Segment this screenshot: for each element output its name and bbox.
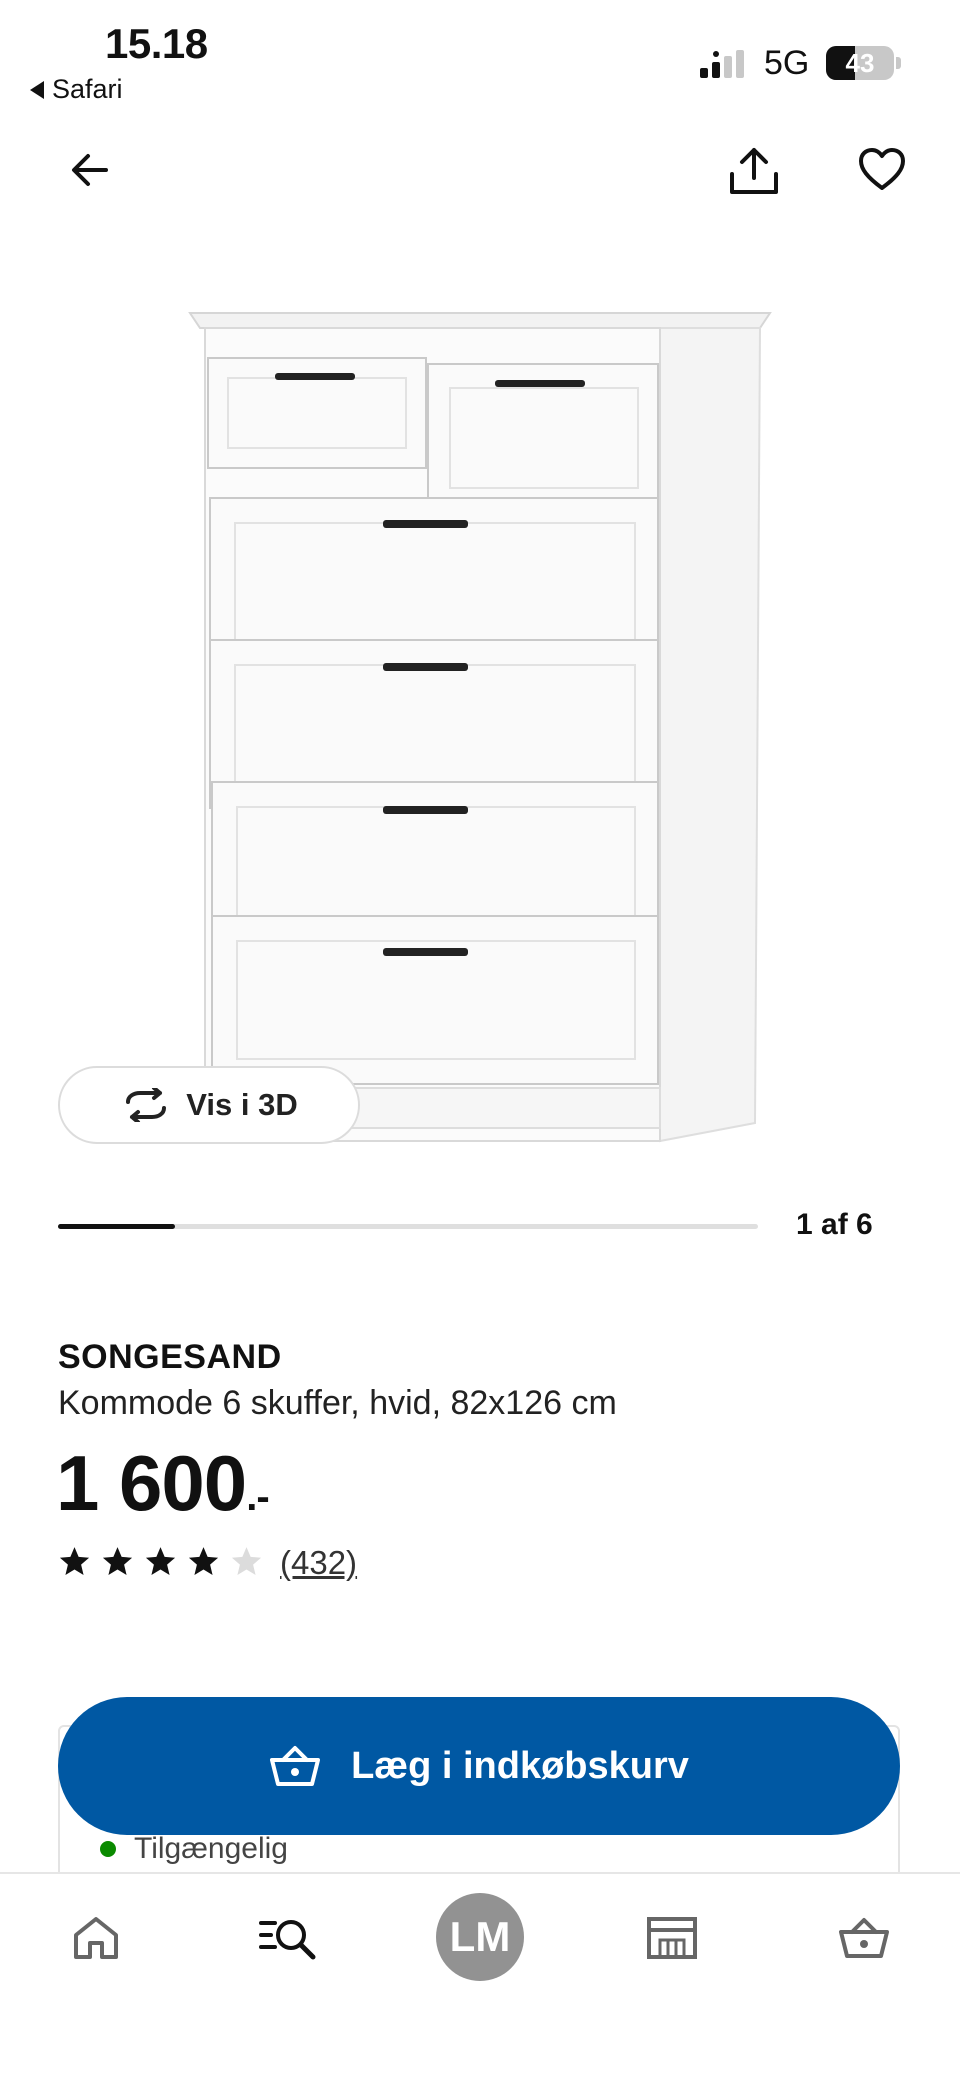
basket-icon xyxy=(839,1918,889,1958)
star-filled-icon xyxy=(102,1547,133,1575)
rating-stars[interactable] xyxy=(58,1545,263,1578)
status-time: 15.18 xyxy=(105,20,208,67)
gallery-progress xyxy=(58,1224,758,1229)
tab-home[interactable] xyxy=(56,1898,136,1978)
share-button[interactable] xyxy=(722,140,786,204)
back-triangle-icon xyxy=(30,80,44,99)
battery-nub xyxy=(896,57,901,69)
drawer-top-right xyxy=(427,363,659,515)
star-empty-icon xyxy=(231,1547,262,1575)
back-to-app[interactable]: Safari xyxy=(30,74,123,105)
product-price: 1 600.- xyxy=(56,1438,270,1529)
price-main: 1 600 xyxy=(56,1439,247,1527)
gallery-progress-fill xyxy=(58,1224,175,1229)
search-icon xyxy=(259,1920,316,1960)
star-filled-icon xyxy=(188,1547,219,1575)
tab-basket[interactable] xyxy=(824,1898,904,1978)
star-filled-icon xyxy=(59,1547,90,1575)
availability-label: Tilgængelig xyxy=(134,1832,288,1865)
network-type: 5G xyxy=(764,44,810,82)
store-icon xyxy=(647,1917,697,1959)
basket-icon xyxy=(270,1746,321,1786)
battery-icon: 43 xyxy=(826,46,894,80)
add-to-cart-label: Læg i indkøbskurv xyxy=(351,1744,689,1787)
star-filled-icon xyxy=(145,1547,176,1575)
product-image[interactable] xyxy=(180,298,780,1148)
availability-dot xyxy=(100,1841,116,1857)
gallery-counter: 1 af 6 xyxy=(796,1208,873,1241)
arrow-left-icon xyxy=(72,154,108,186)
view-3d-button[interactable]: Vis i 3D xyxy=(58,1066,360,1144)
heart-icon xyxy=(859,148,905,190)
back-button[interactable] xyxy=(60,140,120,200)
availability-status: Tilgængelig xyxy=(100,1832,288,1866)
product-description: Kommode 6 skuffer, hvid, 82x126 cm xyxy=(58,1384,617,1422)
tab-profile-avatar[interactable]: LM xyxy=(436,1893,524,1981)
drawer-5 xyxy=(211,915,659,1085)
home-icon xyxy=(74,1917,118,1959)
drawer-top-left xyxy=(207,357,427,469)
price-suffix: .- xyxy=(246,1475,269,1519)
tab-search[interactable] xyxy=(248,1898,328,1978)
rotate-3d-icon xyxy=(126,1088,167,1122)
review-count-link[interactable]: (432) xyxy=(280,1544,357,1582)
tab-store[interactable] xyxy=(632,1898,712,1978)
share-icon xyxy=(730,148,778,194)
back-app-label: Safari xyxy=(52,74,123,104)
battery-percent: 43 xyxy=(845,48,875,78)
signal-icon xyxy=(700,50,744,78)
favorite-button[interactable] xyxy=(852,140,912,200)
add-to-cart-button[interactable]: Læg i indkøbskurv xyxy=(58,1697,900,1835)
product-brand: SONGESAND xyxy=(58,1338,282,1376)
view-3d-label: Vis i 3D xyxy=(186,1087,298,1122)
